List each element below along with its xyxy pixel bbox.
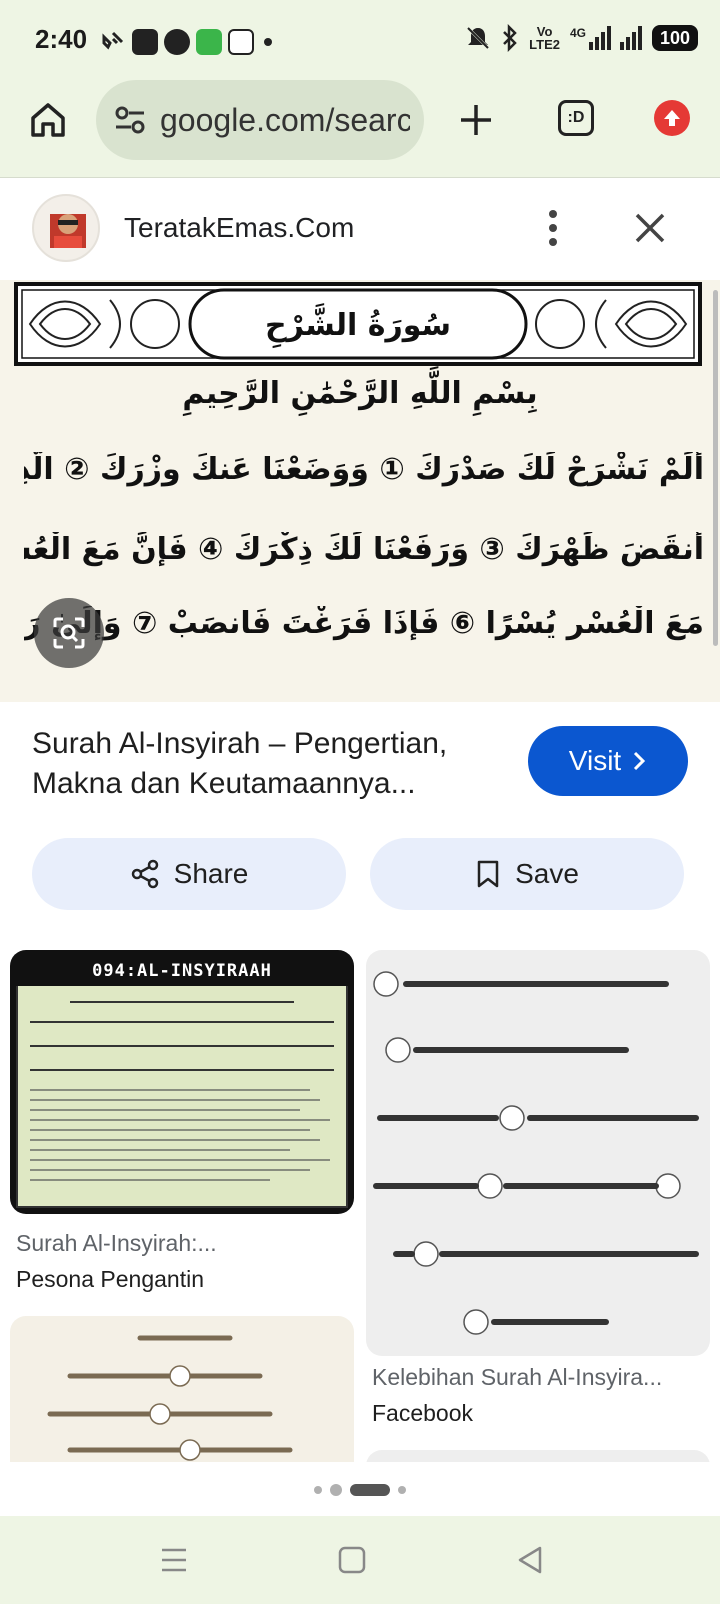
verse-line-1: أَلَمْ نَشْرَحْ لَكَ صَدْرَكَ ① وَوَضَعْ…: [24, 452, 704, 487]
related-source: Facebook: [372, 1400, 474, 1426]
back-icon[interactable]: [510, 1540, 550, 1580]
system-nav-bar: [0, 1516, 720, 1604]
related-title[interactable]: Surah Al-Insyirah:...: [16, 1230, 346, 1257]
verse-line-3: مَعَ الْعُسْرِ يُسْرًا ⑥ فَإِذَا فَرَغْت…: [24, 606, 704, 641]
touch-n-go-icon: [228, 29, 254, 55]
thumb-text-lines: [30, 1001, 334, 1181]
home-icon[interactable]: [28, 100, 68, 140]
page-dot: [330, 1484, 342, 1496]
battery-icon: 100: [652, 25, 698, 51]
basmala-text: بِسْمِ اللَّهِ الرَّحْمَٰنِ الرَّحِيمِ: [182, 376, 538, 411]
status-time: 2:40: [35, 24, 88, 54]
more-notifications-dot: [264, 38, 272, 46]
related-title[interactable]: Kelebihan Surah Al-Insyira...: [372, 1364, 712, 1391]
call-icon: [100, 29, 126, 55]
new-tab-icon[interactable]: [456, 100, 496, 140]
message-icon: [196, 29, 222, 55]
lens-search-button[interactable]: [34, 598, 104, 668]
home-nav-icon[interactable]: [332, 1540, 372, 1580]
source-name[interactable]: TeratakEmas.Com: [124, 212, 354, 244]
related-thumbnail[interactable]: 094:AL-INSYIRAAH: [10, 950, 354, 1214]
lens-icon: [53, 617, 85, 649]
save-button[interactable]: Save: [370, 838, 684, 910]
related-thumbnail[interactable]: [10, 1316, 354, 1462]
scrollbar[interactable]: [713, 290, 718, 646]
surah-header-text: سُورَةُ الشَّرْحِ: [264, 308, 452, 343]
game-icon: [132, 29, 158, 55]
thumb-verses: [47, 1335, 293, 1461]
source-avatar[interactable]: [32, 194, 100, 262]
related-thumbnail[interactable]: [366, 950, 710, 1356]
thumb-verses: [373, 971, 699, 1335]
address-bar[interactable]: google.com/search: [96, 80, 424, 160]
source-header: TeratakEmas.Com: [0, 178, 720, 280]
system-icons: Vo LTE2 4G 100: [465, 24, 698, 52]
volte-label: Vo LTE2: [529, 24, 560, 52]
bookmark-icon: [477, 860, 499, 888]
share-icon: [131, 859, 158, 889]
page-dot-active: [350, 1484, 390, 1496]
related-source: Pesona Pengantin: [16, 1266, 204, 1292]
visit-button[interactable]: Visit: [528, 726, 688, 796]
result-title[interactable]: Surah Al-Insyirah – Pengertian, Makna da…: [32, 724, 492, 804]
related-thumbnail[interactable]: [366, 1450, 710, 1462]
page-dot: [314, 1486, 322, 1494]
tab-switcher-button[interactable]: :D: [558, 100, 594, 136]
update-icon[interactable]: [654, 100, 690, 136]
site-settings-icon[interactable]: [114, 106, 146, 134]
c-icon: [164, 29, 190, 55]
main-image[interactable]: سُورَةُ الشَّرْحِ بِسْمِ اللَّهِ الرَّحْ…: [0, 280, 720, 702]
page-indicator: [0, 1478, 720, 1502]
bluetooth-icon: [503, 24, 517, 52]
save-label: Save: [515, 858, 579, 889]
mute-icon: [467, 26, 490, 50]
share-label: Share: [173, 858, 249, 889]
recent-apps-icon[interactable]: [154, 1540, 194, 1580]
verse-line-2: أَنقَضَ ظَهْرَكَ ③ وَرَفَعْنَا لَكَ ذِكْ…: [24, 532, 704, 567]
url-text[interactable]: google.com/search: [160, 102, 410, 139]
signal-icon: 4G: [570, 26, 642, 50]
visit-label: Visit: [568, 745, 622, 776]
notification-icons: [100, 26, 272, 58]
chevron-right-icon: [634, 751, 646, 771]
close-icon[interactable]: [630, 208, 670, 248]
more-options-icon[interactable]: [538, 208, 568, 248]
share-button[interactable]: Share: [32, 838, 346, 910]
page-dot: [398, 1486, 406, 1494]
browser-toolbar: google.com/search :D: [0, 80, 720, 178]
network-type: 4G: [569, 26, 586, 40]
related-images: 094:AL-INSYIRAAH Surah Al-Insyirah:... P…: [0, 950, 720, 1462]
status-bar: 2:40 Vo LTE2 4G 100: [0, 0, 720, 80]
